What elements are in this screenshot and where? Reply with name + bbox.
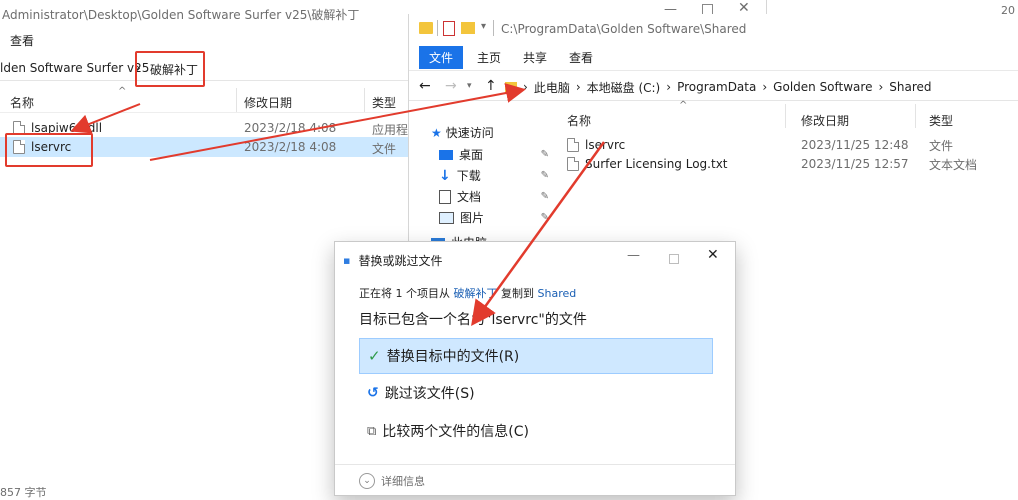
arrow-file-to-dest	[149, 83, 526, 161]
arrow-address-to-file	[70, 103, 141, 134]
arrow-dest-to-dialog	[471, 141, 606, 327]
annotation-arrows	[70, 83, 606, 327]
